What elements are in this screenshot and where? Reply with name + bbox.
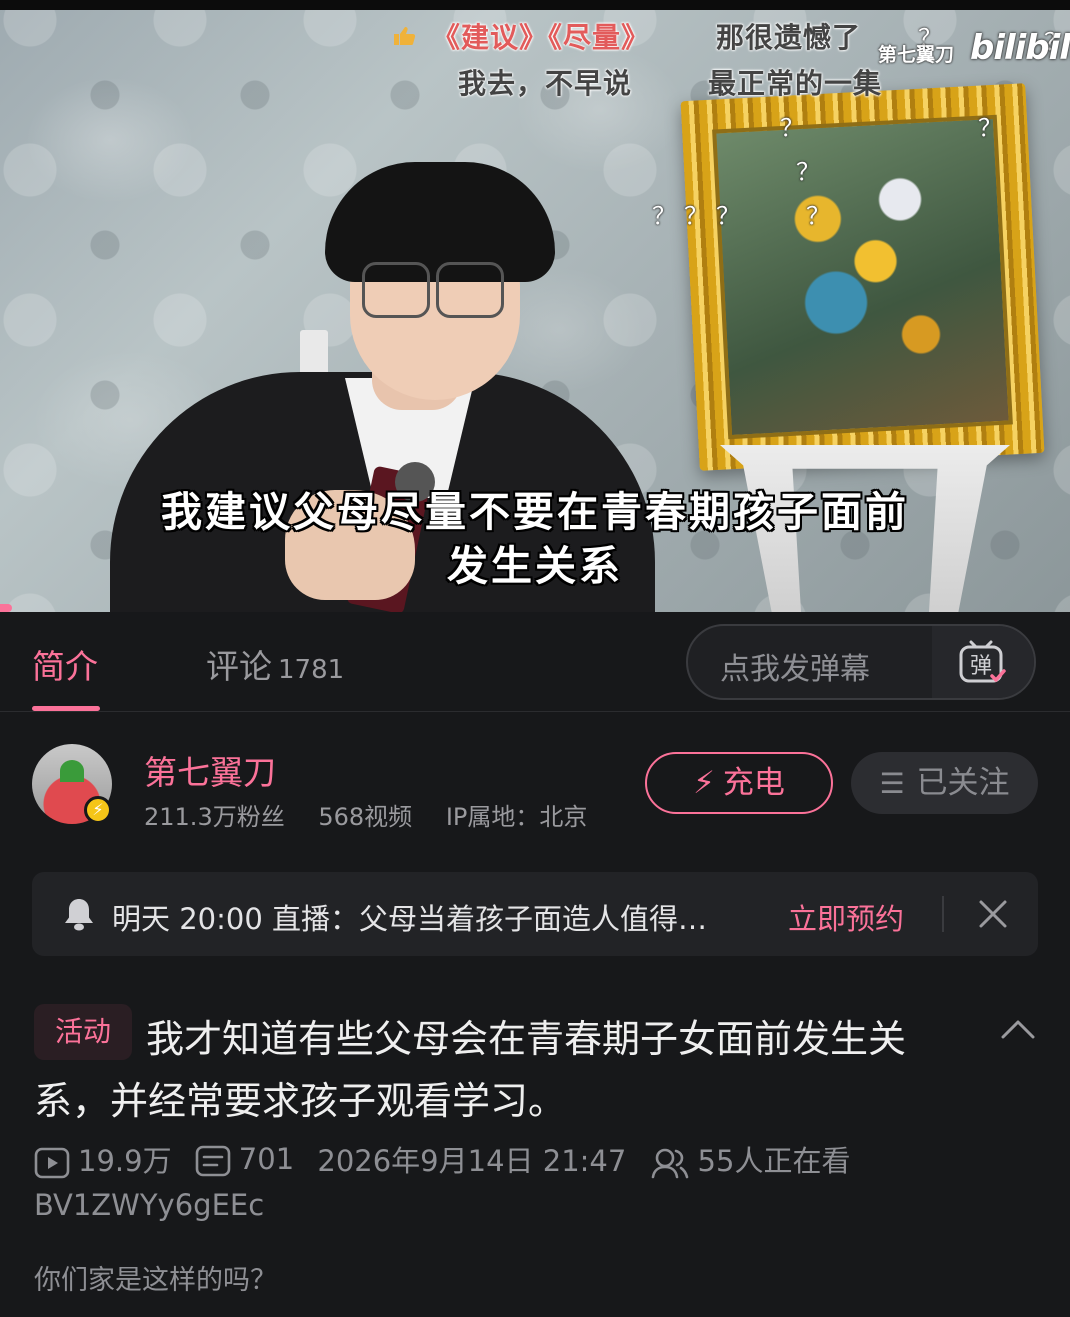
subtitle-line-1: 我建议父母尽量不要在青春期孩子面前 bbox=[161, 488, 909, 536]
comment-count: 1781 bbox=[278, 655, 345, 685]
bilibili-logo: bilibili bbox=[970, 28, 1070, 68]
thumbs-up-icon bbox=[394, 27, 416, 45]
ip-location: IP属地：北京 bbox=[445, 803, 588, 831]
publish-datetime: 2026年9月14日 21:47 bbox=[317, 1144, 627, 1178]
danmaku-comment: 最正常的一集 bbox=[708, 67, 883, 100]
close-icon[interactable] bbox=[977, 898, 1009, 930]
uploader-stats: 211.3万粉丝 568视频 IP属地：北京 bbox=[144, 797, 613, 832]
lightning-icon: ⚡ bbox=[693, 765, 715, 801]
danmaku-icon bbox=[195, 1145, 231, 1176]
tab-comments-label: 评论 bbox=[206, 647, 272, 686]
live-reservation-banner: 明天 20:00 直播：父母当着孩子面造人值得… 立即预约 bbox=[32, 872, 1038, 956]
video-description: 你们家是这样的吗？ bbox=[34, 1265, 277, 1296]
bv-id: BV1ZWYy6gEEc bbox=[34, 1188, 265, 1222]
video-count: 568视频 bbox=[318, 803, 413, 831]
video-meta: 19.9万 701 2026年9月14日 21:47 55人正在看 bbox=[34, 1138, 864, 1182]
danmaku-toggle-icon[interactable]: 弹 bbox=[958, 640, 1008, 686]
glasses-right-lens bbox=[436, 262, 504, 318]
people-icon bbox=[651, 1148, 688, 1179]
bell-icon bbox=[65, 899, 93, 931]
danmaku-question-mark: ？ bbox=[796, 158, 820, 186]
active-tab-indicator bbox=[32, 706, 100, 711]
avatar-sprout bbox=[60, 760, 84, 782]
follow-button[interactable]: ☰ 已关注 bbox=[851, 752, 1038, 814]
danmaku-question-mark: ？ bbox=[806, 202, 830, 230]
tab-intro[interactable]: 简介 bbox=[32, 640, 98, 688]
play-count-value: 19.9万 bbox=[78, 1144, 172, 1178]
divider bbox=[942, 896, 944, 932]
progress-bar[interactable] bbox=[0, 604, 12, 612]
watching-value: 55人正在看 bbox=[697, 1144, 851, 1178]
danmaku-comment: 我去，不早说 bbox=[458, 67, 633, 100]
uploader-name[interactable]: 第七翼刀 bbox=[144, 746, 276, 794]
charge-button[interactable]: ⚡ 充电 bbox=[645, 752, 833, 814]
play-count: 19.9万 bbox=[34, 1138, 172, 1180]
reserve-button[interactable]: 立即预约 bbox=[788, 896, 904, 938]
tab-comments[interactable]: 评论 1781 bbox=[206, 640, 344, 688]
play-icon bbox=[34, 1147, 70, 1179]
danmaku-question-mark: ？ bbox=[684, 202, 708, 230]
status-bar-shade bbox=[0, 0, 1070, 10]
video-title: 我才知道有些父母会在青春期子女面前发生关系，并经常要求孩子观看学习。 bbox=[34, 1017, 907, 1123]
tab-bar: 简介 评论 1781 点我发弹幕 弹 bbox=[0, 612, 1070, 712]
danmaku-comment: 那很遗憾了 bbox=[716, 21, 862, 54]
danmaku-toggle-glyph: 弹 bbox=[970, 654, 992, 679]
danmaku-input[interactable]: 点我发弹幕 弹 bbox=[686, 624, 1036, 700]
live-announcement: 明天 20:00 直播：父母当着孩子面造人值得… bbox=[112, 902, 708, 936]
danmaku-question-mark: ？ bbox=[780, 114, 804, 142]
menu-icon: ☰ bbox=[879, 767, 905, 800]
watermark-author: 第七翼刀 bbox=[878, 44, 955, 66]
fans-count: 211.3万粉丝 bbox=[144, 803, 285, 831]
charge-label: 充电 bbox=[722, 765, 785, 801]
flower-painting bbox=[712, 114, 1013, 440]
danmaku-stat: 701 bbox=[195, 1142, 294, 1177]
chevron-up-icon[interactable] bbox=[1000, 1018, 1036, 1040]
video-player[interactable]: 《建议》《尽量》 那很遗憾了 我去，不早说 最正常的一集 ？ ？ ？ ？ ？ ？… bbox=[0, 0, 1070, 612]
danmaku-count-value: 701 bbox=[238, 1141, 295, 1176]
follow-label: 已关注 bbox=[916, 765, 1010, 801]
danmaku-comment: 《建议》《尽量》 bbox=[432, 21, 651, 54]
danmaku-question-mark: ？ bbox=[716, 202, 740, 230]
lightning-badge-icon: ⚡ bbox=[84, 796, 112, 824]
watching-stat: 55人正在看 bbox=[650, 1138, 851, 1180]
glasses-left-lens bbox=[362, 262, 430, 318]
subtitle-line-2: 发生关系 bbox=[447, 542, 623, 590]
danmaku-question-mark: ？ bbox=[978, 114, 1002, 142]
danmaku-input-placeholder: 点我发弹幕 bbox=[720, 652, 870, 687]
danmaku-question-mark: ？ bbox=[652, 202, 676, 230]
